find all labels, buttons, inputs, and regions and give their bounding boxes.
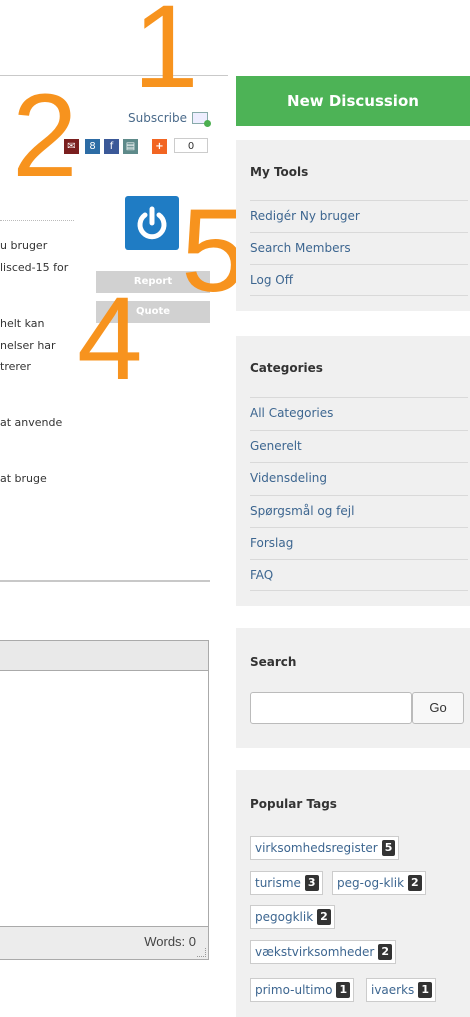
category-forslag[interactable]: Forslag xyxy=(250,527,468,559)
word-count: Words: 0 xyxy=(144,934,196,949)
tag-count: 2 xyxy=(378,944,392,960)
subscribe-mail-icon[interactable] xyxy=(192,112,211,127)
search-input[interactable] xyxy=(250,692,412,724)
google-plus-share-icon[interactable]: 8 xyxy=(85,139,100,154)
category-faq[interactable]: FAQ xyxy=(250,559,468,591)
category-spoergsmaal[interactable]: Spørgsmål og fejl xyxy=(250,495,468,527)
tag-item[interactable]: vækstvirksomheder 2 xyxy=(250,940,396,964)
category-all[interactable]: All Categories xyxy=(250,397,468,429)
new-discussion-button[interactable]: New Discussion xyxy=(236,76,470,126)
post-text-line: helt kan xyxy=(0,317,45,330)
category-vidensdeling[interactable]: Vidensdeling xyxy=(250,462,468,494)
tag-count: 3 xyxy=(304,875,319,891)
editor-statusbar: Words: 0 xyxy=(0,926,208,959)
tag-count: 1 xyxy=(418,982,432,998)
search-go-button[interactable]: Go xyxy=(412,692,464,724)
reply-editor[interactable]: Words: 0 xyxy=(0,640,209,960)
panel-title: Search xyxy=(250,655,297,669)
tag-item[interactable]: peg-og-klik 2 xyxy=(332,871,426,895)
post-text-line: nelser har xyxy=(0,339,56,352)
panel-title: Popular Tags xyxy=(250,797,337,811)
panel-title: Categories xyxy=(250,361,323,375)
popular-tags-panel: Popular Tags virksomhedsregister 5 turism… xyxy=(236,770,470,1017)
editor-toolbar xyxy=(0,641,208,671)
post-text-line: trerer xyxy=(0,360,31,373)
tag-count: 1 xyxy=(336,982,351,998)
post-text-line: at anvende xyxy=(0,416,63,429)
tag-item[interactable]: virksomhedsregister 5 xyxy=(250,836,400,860)
power-icon xyxy=(137,206,167,240)
tools-item-edit-profile[interactable]: Redigér Ny bruger xyxy=(250,200,468,232)
print-share-icon[interactable]: ▤ xyxy=(123,139,138,154)
search-panel: Search Go xyxy=(236,628,470,748)
post-text-line: u bruger xyxy=(0,239,48,252)
subscribe-link[interactable]: Subscribe xyxy=(128,111,187,125)
addthis-plus-icon[interactable]: + xyxy=(152,139,167,154)
tools-item-search-members[interactable]: Search Members xyxy=(250,232,468,264)
categories-panel: Categories All Categories Generelt Viden… xyxy=(236,336,470,606)
tag-count: 5 xyxy=(381,840,396,856)
resize-grip-icon[interactable] xyxy=(197,948,206,957)
tag-count: 2 xyxy=(408,875,422,891)
post-text-line: lisced-15 for xyxy=(0,261,69,274)
tag-count: 2 xyxy=(317,909,331,925)
tag-item[interactable]: pegogklik 2 xyxy=(250,905,335,929)
annotation-number-4: 4 xyxy=(77,273,143,405)
section-divider xyxy=(0,580,210,582)
post-text-line: at bruge xyxy=(0,472,47,485)
panel-title: My Tools xyxy=(250,165,309,179)
author-avatar[interactable] xyxy=(125,196,179,250)
my-tools-panel: My Tools Redigér Ny bruger Search Member… xyxy=(236,140,470,311)
tag-item[interactable]: primo-ultimo 1 xyxy=(250,978,355,1002)
tag-item[interactable]: turisme 3 xyxy=(250,871,323,895)
facebook-share-icon[interactable]: f xyxy=(104,139,119,154)
tag-item[interactable]: ivaerks 1 xyxy=(366,978,436,1002)
share-count: 0 xyxy=(174,138,208,153)
post-divider xyxy=(0,220,74,221)
annotation-number-2: 2 xyxy=(12,70,78,202)
annotation-number-1: 1 xyxy=(133,0,199,113)
tools-item-log-off[interactable]: Log Off xyxy=(250,264,468,296)
category-generelt[interactable]: Generelt xyxy=(250,430,468,462)
